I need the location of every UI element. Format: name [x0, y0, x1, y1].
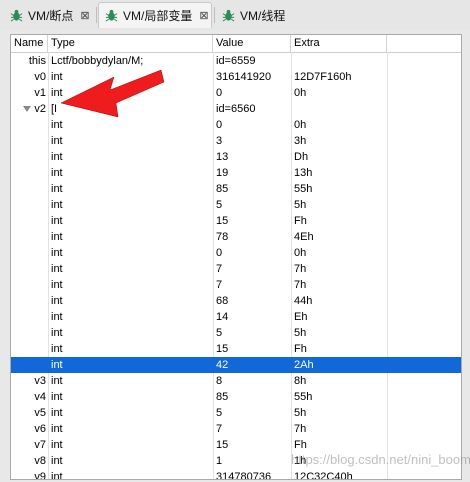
annotation-arrow: [60, 69, 165, 118]
watermark-text: https://blog.csdn.net/nini_boom: [291, 452, 470, 467]
